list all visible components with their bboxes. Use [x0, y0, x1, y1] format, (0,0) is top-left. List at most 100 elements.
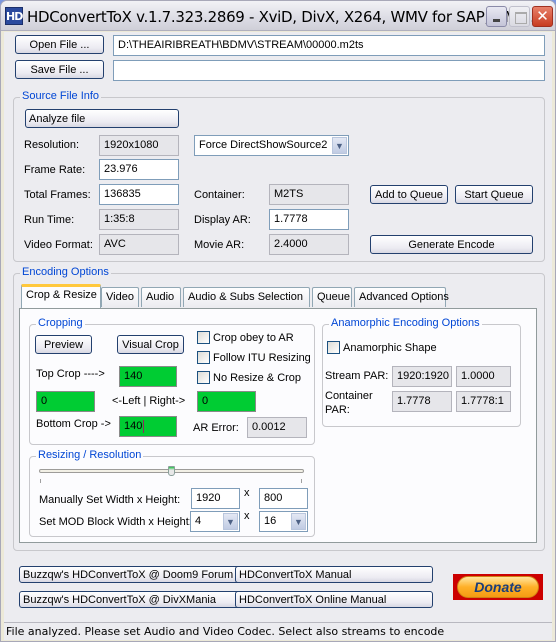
container-field: M2TS [269, 184, 349, 205]
mod-width-select[interactable]: 4 ▼ [190, 511, 240, 532]
chevron-down-icon[interactable]: ▼ [332, 137, 347, 154]
tab-queue[interactable]: Queue [312, 287, 352, 307]
total-frames-input[interactable]: 136835 [99, 184, 179, 205]
display-ar-input[interactable]: 1.7778 [269, 209, 349, 230]
manual-size-label: Manually Set Width x Height: [39, 494, 181, 506]
anamorphic-shape-label: Anamorphic Shape [343, 341, 437, 354]
source-filter-select[interactable]: Force DirectShowSource2 ▼ [194, 135, 349, 156]
divxmania-link[interactable]: Buzzqw's HDConvertToX @ DivXMania [19, 591, 242, 608]
width-input[interactable]: 1920 [191, 488, 240, 509]
run-time-label: Run Time: [24, 214, 75, 226]
checkbox-box[interactable] [197, 351, 210, 364]
mod-width-value: 4 [195, 515, 202, 527]
checkbox-box[interactable] [327, 341, 340, 354]
chevron-down-icon[interactable]: ▼ [291, 513, 306, 530]
follow-itu-label: Follow ITU Resizing [213, 351, 311, 364]
slider-tick-end [301, 479, 302, 483]
container-label: Container: [194, 189, 245, 201]
ar-error-label: AR Error: [193, 422, 239, 434]
source-filter-value: Force DirectShowSource2 [199, 139, 328, 151]
mod-height-select[interactable]: 16 ▼ [259, 511, 308, 532]
manual-link[interactable]: HDConvertToX Manual [235, 566, 433, 583]
close-icon: ✕ [536, 7, 549, 25]
tab-audio[interactable]: Audio [141, 287, 181, 307]
open-file-button[interactable]: Open File ... [15, 35, 104, 54]
container-par-value-field: 1.7778 [392, 391, 452, 412]
container-par-ratio-field: 1.7778:1 [456, 391, 511, 412]
mod-height-value: 16 [264, 515, 277, 527]
tab-crop-resize[interactable]: Crop & Resize [21, 284, 101, 308]
minimize-button[interactable] [486, 6, 507, 27]
checkbox-box[interactable] [197, 331, 210, 344]
anamorphic-title: Anamorphic Encoding Options [329, 317, 482, 329]
chevron-down-icon[interactable]: ▼ [223, 513, 238, 530]
tab-video[interactable]: Video [101, 287, 139, 307]
app-icon: HD [5, 7, 23, 25]
total-frames-label: Total Frames: [24, 189, 91, 201]
size-x-separator: x [244, 487, 250, 499]
mod-x-separator: x [244, 510, 250, 522]
close-button[interactable]: ✕ [532, 6, 553, 27]
crop-obey-ar-label: Crop obey to AR [213, 331, 294, 344]
container-par-label: Container PAR: [325, 390, 373, 416]
tab-advanced-options[interactable]: Advanced Options [354, 287, 449, 307]
follow-itu-checkbox[interactable]: Follow ITU Resizing [197, 351, 311, 364]
checkbox-box[interactable] [197, 371, 210, 384]
resolution-slider[interactable] [39, 465, 304, 485]
client-area: Open File ... D:\THEAIRIBREATH\BDMV\STRE… [4, 32, 552, 622]
stream-par-label: Stream PAR: [325, 370, 389, 382]
donate-label: Donate [457, 576, 539, 598]
maximize-button[interactable] [509, 6, 530, 27]
text-cursor [143, 420, 144, 433]
slider-thumb[interactable] [168, 466, 175, 476]
run-time-field: 1:35:8 [99, 209, 179, 230]
donate-button[interactable]: Donate [453, 574, 543, 600]
bottom-crop-input[interactable]: 140 [119, 416, 177, 437]
resolution-field: 1920x1080 [99, 135, 179, 156]
doom9-forum-link[interactable]: Buzzqw's HDConvertToX @ Doom9 Forum [19, 566, 242, 583]
main-window: HD HDConvertToX v.1.7.323.2869 - XviD, D… [0, 0, 556, 642]
mod-block-label: Set MOD Block Width x Height: [39, 516, 192, 528]
video-format-field: AVC [99, 234, 179, 255]
tab-audio-subs-selection[interactable]: Audio & Subs Selection [183, 287, 310, 307]
bottom-crop-label: Bottom Crop -> [36, 418, 111, 430]
height-input[interactable]: 800 [259, 488, 308, 509]
source-file-info-title: Source File Info [20, 90, 102, 102]
visual-crop-button[interactable]: Visual Crop [117, 335, 184, 354]
top-crop-label: Top Crop ----> [36, 368, 105, 380]
left-crop-input[interactable]: 0 [36, 391, 95, 412]
window-title: HDConvertToX v.1.7.323.2869 - XviD, DivX… [27, 8, 544, 26]
resizing-title: Resizing / Resolution [36, 449, 144, 461]
movie-ar-label: Movie AR: [194, 239, 245, 251]
movie-ar-field: 2.4000 [269, 234, 349, 255]
generate-encode-button[interactable]: Generate Encode [370, 235, 533, 254]
encoding-tabs: Crop & Resize Video Audio Audio & Subs S… [19, 284, 539, 309]
no-resize-crop-label: No Resize & Crop [213, 371, 302, 384]
preview-button[interactable]: Preview [35, 335, 92, 354]
crop-obey-ar-checkbox[interactable]: Crop obey to AR [197, 331, 294, 344]
stream-par-ratio-field: 1920:1920 [392, 366, 452, 387]
save-file-button[interactable]: Save File ... [15, 60, 104, 79]
video-format-label: Video Format: [24, 239, 93, 251]
add-to-queue-button[interactable]: Add to Queue [370, 185, 448, 204]
ar-error-field: 0.0012 [247, 417, 307, 438]
right-crop-input[interactable]: 0 [197, 391, 256, 412]
slider-tick-start [40, 479, 41, 483]
open-file-path-input[interactable]: D:\THEAIRIBREATH\BDMV\STREAM\00000.m2ts [113, 35, 545, 56]
start-queue-button[interactable]: Start Queue [455, 185, 533, 204]
top-crop-input[interactable]: 140 [119, 366, 177, 387]
display-ar-label: Display AR: [194, 214, 251, 226]
save-file-path-input[interactable] [113, 60, 545, 81]
frame-rate-label: Frame Rate: [24, 164, 86, 176]
cropping-title: Cropping [36, 317, 85, 329]
analyze-file-button[interactable]: Analyze file [25, 109, 179, 128]
encoding-options-title: Encoding Options [20, 266, 111, 278]
online-manual-link[interactable]: HDConvertToX Online Manual [235, 591, 433, 608]
resolution-label: Resolution: [24, 139, 80, 151]
frame-rate-input[interactable]: 23.976 [99, 159, 179, 180]
no-resize-crop-checkbox[interactable]: No Resize & Crop [197, 371, 301, 384]
stream-par-value-field: 1.0000 [456, 366, 511, 387]
status-bar: File analyzed. Please set Audio and Vide… [4, 622, 552, 640]
anamorphic-shape-checkbox[interactable]: Anamorphic Shape [327, 341, 437, 354]
title-bar[interactable]: HD HDConvertToX v.1.7.323.2869 - XviD, D… [1, 1, 555, 31]
